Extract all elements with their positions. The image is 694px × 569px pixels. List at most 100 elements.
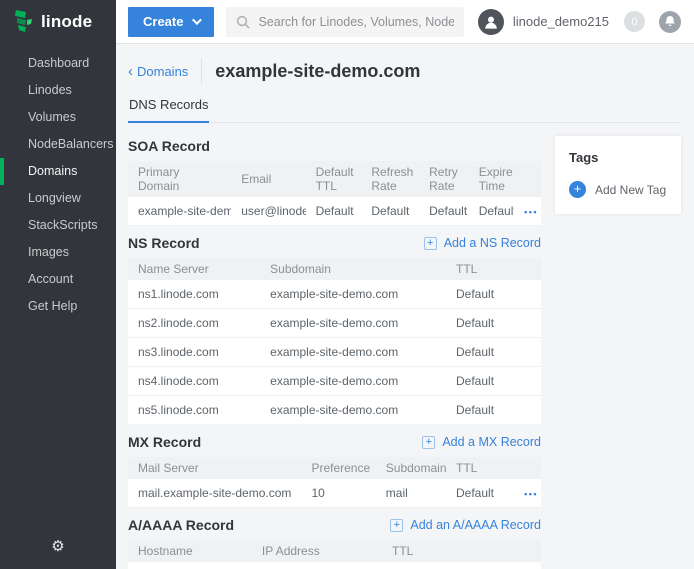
search-input[interactable]	[258, 15, 453, 29]
column-header: Default TTL	[306, 161, 362, 197]
a-aaaa-record-section: A/AAAA Record + Add an A/AAAA Record Hos…	[128, 508, 541, 569]
search-bar[interactable]	[226, 7, 463, 37]
soa-section-title: SOA Record	[128, 138, 210, 154]
column-header: Primary Domain	[128, 161, 231, 197]
mx-record-table: Mail Server Preference Subdomain TTL mai…	[128, 457, 541, 508]
mx-record-section: MX Record + Add a MX Record Mail Server …	[128, 425, 541, 508]
column-header: Refresh Rate	[361, 161, 419, 197]
brand-name: linode	[41, 12, 92, 32]
cell-email: user@linode.com	[231, 197, 305, 226]
cell-ttl: Default	[446, 338, 541, 367]
soa-record-table: Primary Domain Email Default TTL Refresh…	[128, 161, 541, 226]
main-content: ‹ Domains example-site-demo.com DNS Reco…	[116, 44, 694, 569]
table-row: ns1.linode.com example-site-demo.com Def…	[128, 280, 541, 309]
cell-ttl: Default	[446, 367, 541, 396]
ns-record-section: NS Record + Add a NS Record Name Server …	[128, 226, 541, 425]
records-column: SOA Record Primary Domain Email Default …	[128, 129, 541, 569]
sidebar-item-stackscripts[interactable]: StackScripts	[0, 212, 116, 239]
tab-bar: DNS Records	[128, 90, 681, 123]
cell-hostname	[128, 562, 252, 569]
cell-ttl: Default	[446, 396, 541, 425]
table-row: example-site-demo.com user@linode.com De…	[128, 197, 541, 226]
column-header: TTL	[446, 258, 541, 280]
column-header	[514, 457, 541, 479]
cell-name-server: ns3.linode.com	[128, 338, 260, 367]
cell-subdomain: example-site-demo.com	[260, 309, 446, 338]
cell-ttl: Default	[446, 479, 514, 508]
table-row: 45.79.13.74 Default •••	[128, 562, 541, 569]
user-avatar[interactable]	[478, 9, 504, 35]
cell-name-server: ns2.linode.com	[128, 309, 260, 338]
column-header: TTL	[382, 540, 514, 562]
search-icon	[236, 15, 250, 29]
sidebar-item-images[interactable]: Images	[0, 239, 116, 266]
plus-square-icon: +	[390, 519, 403, 532]
cell-ttl: Default	[382, 562, 514, 569]
cell-subdomain: example-site-demo.com	[260, 338, 446, 367]
chevron-down-icon	[192, 15, 202, 25]
page-title: example-site-demo.com	[215, 61, 420, 82]
column-header: Name Server	[128, 258, 260, 280]
add-a-aaaa-record-button[interactable]: + Add an A/AAAA Record	[390, 518, 541, 532]
table-header-row: Primary Domain Email Default TTL Refresh…	[128, 161, 541, 197]
column-header: Expire Time	[469, 161, 514, 197]
ns-record-table: Name Server Subdomain TTL ns1.linode.com…	[128, 258, 541, 425]
column-header: Email	[231, 161, 305, 197]
cell-retry-rate: Default	[419, 197, 469, 226]
bell-icon	[664, 15, 676, 28]
tags-panel-title: Tags	[569, 150, 667, 165]
sidebar-item-get-help[interactable]: Get Help	[0, 293, 116, 320]
a-aaaa-section-title: A/AAAA Record	[128, 517, 234, 533]
sidebar-item-longview[interactable]: Longview	[0, 185, 116, 212]
add-new-tag-label: Add New Tag	[595, 183, 666, 197]
cell-expire-time: Default	[469, 197, 514, 226]
column-header: Retry Rate	[419, 161, 469, 197]
column-header: Subdomain	[260, 258, 446, 280]
column-header: Subdomain	[376, 457, 446, 479]
cell-name-server: ns5.linode.com	[128, 396, 260, 425]
sidebar-item-domains[interactable]: Domains	[0, 158, 116, 185]
breadcrumb-divider	[201, 58, 202, 84]
sidebar-item-volumes[interactable]: Volumes	[0, 104, 116, 131]
ns-section-title: NS Record	[128, 235, 200, 251]
plus-square-icon: +	[422, 436, 435, 449]
notifications-bell-button[interactable]	[659, 11, 681, 33]
notification-count-badge[interactable]: 0	[624, 11, 645, 32]
chevron-left-icon: ‹	[128, 64, 133, 79]
sidebar-item-account[interactable]: Account	[0, 266, 116, 293]
topbar: Create linode_demo215 0	[116, 0, 694, 44]
table-header-row: Hostname IP Address TTL	[128, 540, 541, 562]
add-ns-record-button[interactable]: + Add a NS Record	[424, 236, 541, 250]
row-actions-menu-icon[interactable]: •••	[524, 489, 538, 499]
cell-preference: 10	[301, 479, 375, 508]
user-block: linode_demo215 0	[478, 9, 681, 35]
cell-subdomain: example-site-demo.com	[260, 367, 446, 396]
username-label[interactable]: linode_demo215	[513, 14, 609, 29]
cell-refresh-rate: Default	[361, 197, 419, 226]
soa-record-section: SOA Record Primary Domain Email Default …	[128, 129, 541, 226]
create-button[interactable]: Create	[128, 7, 214, 37]
cell-subdomain: example-site-demo.com	[260, 396, 446, 425]
linode-logo[interactable]: linode	[0, 0, 116, 50]
sidebar-spacer	[0, 320, 116, 537]
breadcrumb-back-link[interactable]: ‹ Domains	[128, 64, 188, 79]
create-button-label: Create	[143, 14, 183, 29]
plus-circle-icon: +	[569, 181, 586, 198]
settings-gear-icon[interactable]: ⚙	[0, 537, 116, 569]
breadcrumb: ‹ Domains example-site-demo.com	[128, 54, 681, 88]
cell-primary-domain: example-site-demo.com	[128, 197, 231, 226]
sidebar-item-nodebalancers[interactable]: NodeBalancers	[0, 131, 116, 158]
add-new-tag-button[interactable]: + Add New Tag	[569, 181, 667, 198]
add-mx-record-button[interactable]: + Add a MX Record	[422, 435, 541, 449]
sidebar-item-linodes[interactable]: Linodes	[0, 77, 116, 104]
tab-dns-records[interactable]: DNS Records	[128, 90, 209, 123]
table-row: ns2.linode.com example-site-demo.com Def…	[128, 309, 541, 338]
cell-mail-server: mail.example-site-demo.com	[128, 479, 301, 508]
column-header: Hostname	[128, 540, 252, 562]
add-a-aaaa-record-label: Add an A/AAAA Record	[410, 518, 541, 532]
column-header: Preference	[301, 457, 375, 479]
linode-logo-icon	[14, 10, 34, 34]
column-header: IP Address	[252, 540, 382, 562]
sidebar-item-dashboard[interactable]: Dashboard	[0, 50, 116, 77]
row-actions-menu-icon[interactable]: •••	[524, 207, 538, 217]
